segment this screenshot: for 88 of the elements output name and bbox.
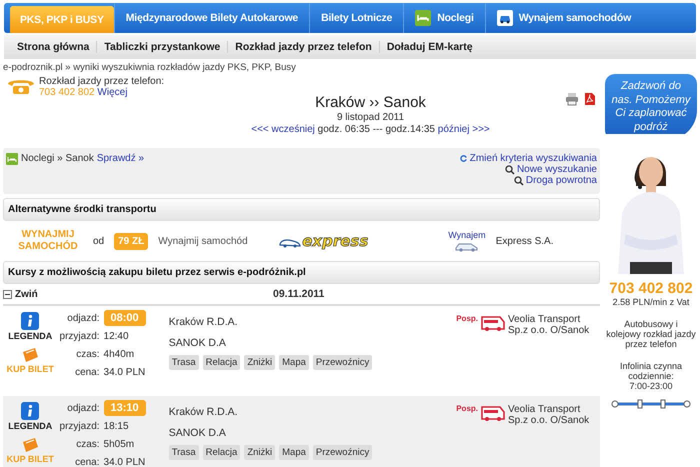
time-range: godz. 06:35 --- godz.14:35: [318, 124, 435, 135]
search-icon: [504, 164, 515, 174]
phone-number: 703 402 802: [39, 87, 95, 98]
detail-button[interactable]: Zniżki: [244, 355, 276, 370]
detail-button[interactable]: Przewoźnicy: [312, 445, 372, 460]
arrival-time: 18:15: [104, 421, 130, 432]
arrival-stop: SANOK D.A: [168, 427, 227, 439]
fast-service-label: Posp.: [456, 404, 478, 413]
detail-button[interactable]: Mapa: [279, 445, 309, 460]
check-link[interactable]: Sprawdź »: [96, 153, 144, 164]
detail-button[interactable]: Mapa: [279, 355, 309, 370]
departure-label: odjazd:: [66, 312, 100, 324]
departure-label: odjazd:: [66, 402, 100, 414]
express-logo: express: [278, 232, 428, 250]
option-link[interactable]: Nowe wyszukanie: [504, 164, 597, 175]
detail-button[interactable]: Przewoźnicy: [312, 355, 372, 370]
carrier-name: Veolia Transport Sp.z o.o. O/Sanok: [508, 314, 590, 336]
price-label: cena:: [74, 457, 100, 467]
bed-icon: [415, 10, 432, 26]
nav-tab[interactable]: Bilety Lotnicze: [309, 3, 404, 33]
call-rate: 2.58 PLN/min z Vat: [612, 297, 690, 307]
legend-label[interactable]: LEGENDA: [8, 421, 52, 431]
detail-button[interactable]: Trasa: [168, 445, 199, 460]
detail-button[interactable]: Zniżki: [244, 445, 276, 460]
sub-nav-link[interactable]: Doładuj EM-kartę: [378, 41, 480, 53]
search-icon: [514, 176, 524, 186]
arrival-label: przyjazd:: [58, 421, 100, 432]
departure-time: 08:00: [104, 310, 146, 326]
more-link[interactable]: Więcej: [97, 87, 128, 98]
detail-button[interactable]: Trasa: [168, 355, 199, 370]
nav-tab[interactable]: Wynajem samochodów: [484, 3, 642, 33]
price: 34.0 PLN: [104, 367, 146, 378]
price-label: cena:: [74, 367, 100, 378]
bus-icon: [480, 404, 506, 422]
breadcrumb: e-podroznik.pl » wyniki wyszukiwnia rozkładów jazdy PKS, PKP, Busy: [2, 61, 297, 75]
duration: 4h40m: [104, 349, 136, 360]
duration: 5h05m: [104, 439, 136, 450]
info-icon[interactable]: [21, 312, 40, 330]
lodging-text: Noclegi » Sanok: [21, 153, 94, 164]
arrival-label: przyjazd:: [58, 331, 100, 342]
detail-button[interactable]: Relacja: [202, 355, 240, 370]
option-link[interactable]: Zmień kryteria wyszukiwania: [458, 153, 597, 164]
legend-label[interactable]: LEGENDA: [8, 331, 52, 341]
collapse-toggle[interactable]: Zwiń: [3, 288, 273, 300]
detail-button[interactable]: Relacja: [202, 445, 240, 460]
later-link[interactable]: później >>>: [438, 124, 490, 135]
hours-label: Infolinia czynna codziennie:: [618, 361, 684, 381]
ticket-icon[interactable]: [21, 347, 40, 363]
option-link[interactable]: Droga powrotna: [514, 175, 597, 186]
route-title: Kraków ›› Sanok: [314, 94, 427, 112]
hotline-description: Autobusowy i kolejowy rozkład jazdy przez telefon: [606, 319, 696, 349]
price: 34.0 PLN: [104, 457, 146, 467]
section-header: Kursy z możliwością zakupu biletu przez serwis e-podróżnik.pl: [3, 261, 600, 284]
departure-stop: Kraków R.D.A.: [168, 406, 239, 418]
print-icon[interactable]: [565, 92, 579, 106]
duration-label: czas:: [75, 439, 100, 450]
sub-nav-link[interactable]: Rozkład jazdy przez telefon: [227, 41, 379, 53]
fast-service-label: Posp.: [456, 314, 478, 323]
pdf-icon[interactable]: [583, 92, 597, 106]
company-name: Express S.A.: [496, 236, 554, 246]
nav-tab[interactable]: Noclegi: [403, 3, 485, 33]
carrier-name: Veolia Transport Sp.z o.o. O/Sanok: [508, 404, 590, 426]
departure-time: 13:10: [104, 400, 146, 416]
course-date: 09.11.2011: [273, 288, 324, 300]
minus-icon: [3, 290, 12, 298]
hotline-number: 703 402 802: [609, 280, 693, 297]
car-icon: [496, 10, 513, 26]
phone-label: Rozkład jazdy przez telefon:: [39, 76, 164, 87]
section-header: Alternatywne środki transportu: [3, 198, 600, 221]
departure-stop: Kraków R.D.A.: [168, 316, 239, 328]
refresh-icon: [458, 154, 468, 163]
opening-hours: 7:00-23:00: [629, 381, 673, 391]
price-badge: 79 ZŁ: [114, 232, 148, 250]
duration-label: czas:: [75, 349, 100, 360]
rent-label: Wynajem: [448, 230, 486, 240]
sub-nav-link[interactable]: Tabliczki przystankowe: [96, 41, 228, 53]
from-label: od: [93, 236, 104, 246]
earlier-link[interactable]: <<< wcześniej: [251, 124, 315, 135]
bus-icon: [480, 314, 506, 332]
arrival-time: 12:40: [104, 331, 130, 342]
arrival-stop: SANOK D.A: [168, 337, 227, 349]
sub-nav-link[interactable]: Strona główna: [10, 41, 96, 53]
nav-tab[interactable]: Międzynarodowe Bilety Autokarowe: [114, 3, 310, 33]
info-icon[interactable]: [21, 402, 40, 420]
bed-icon: [6, 153, 18, 165]
route-date: 9 listopad 2011: [336, 112, 406, 124]
carousel-indicator-icon[interactable]: [611, 399, 691, 409]
rent-car-label: Wynajmij samochód: [158, 236, 249, 246]
